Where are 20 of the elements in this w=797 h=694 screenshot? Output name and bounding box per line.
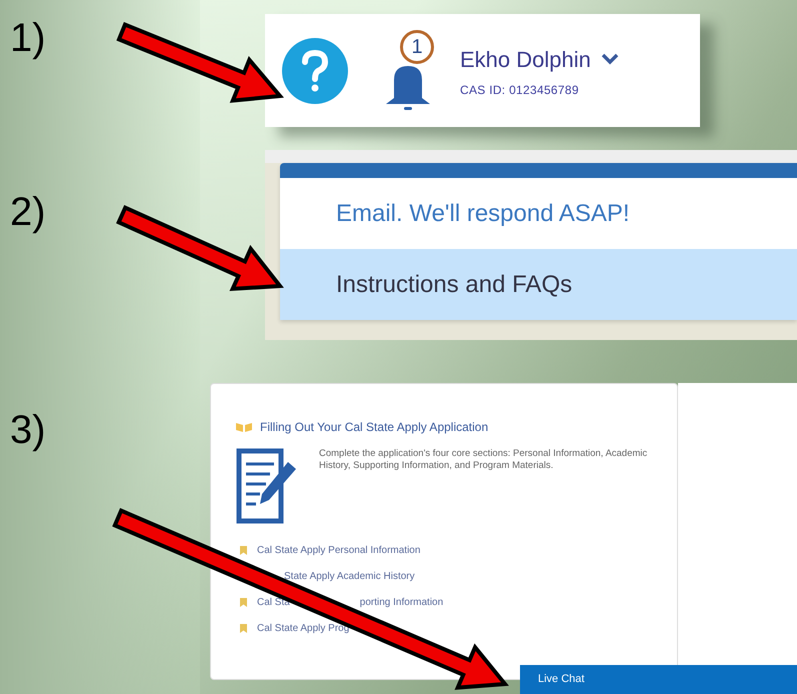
menu-item[interactable]: Email. We'll respond ASAP! — [280, 178, 797, 249]
card-title: Filling Out Your Cal State Apply Application — [260, 419, 488, 436]
user-name[interactable]: Ekho Dolphin — [460, 42, 591, 76]
link[interactable]: porting Information — [360, 594, 444, 610]
link[interactable]: Cal State Apply Personal Information — [257, 542, 420, 558]
bullet-icon — [240, 598, 247, 606]
step-number: 1) — [10, 18, 46, 58]
notification-badge: 1 — [400, 30, 434, 64]
document-pencil-icon — [236, 448, 298, 524]
cas-id: CAS ID: 0123456789 — [460, 82, 580, 98]
step-number: 2) — [10, 192, 46, 232]
link[interactable]: State Apply Academic History — [284, 568, 415, 584]
menu-item[interactable]: Instructions and FAQs — [280, 249, 797, 320]
live-chat-bar[interactable]: Live Chat — [520, 665, 797, 694]
bullet-icon — [240, 546, 247, 554]
card-description: Complete the application's four core sections: Personal Information, Academic History, Supporting Information, and Program Materials. — [319, 448, 648, 473]
bullet-icon — [240, 624, 247, 632]
chevron-down-icon[interactable] — [600, 53, 619, 65]
book-icon — [236, 422, 252, 432]
step-number: 3) — [10, 410, 46, 450]
